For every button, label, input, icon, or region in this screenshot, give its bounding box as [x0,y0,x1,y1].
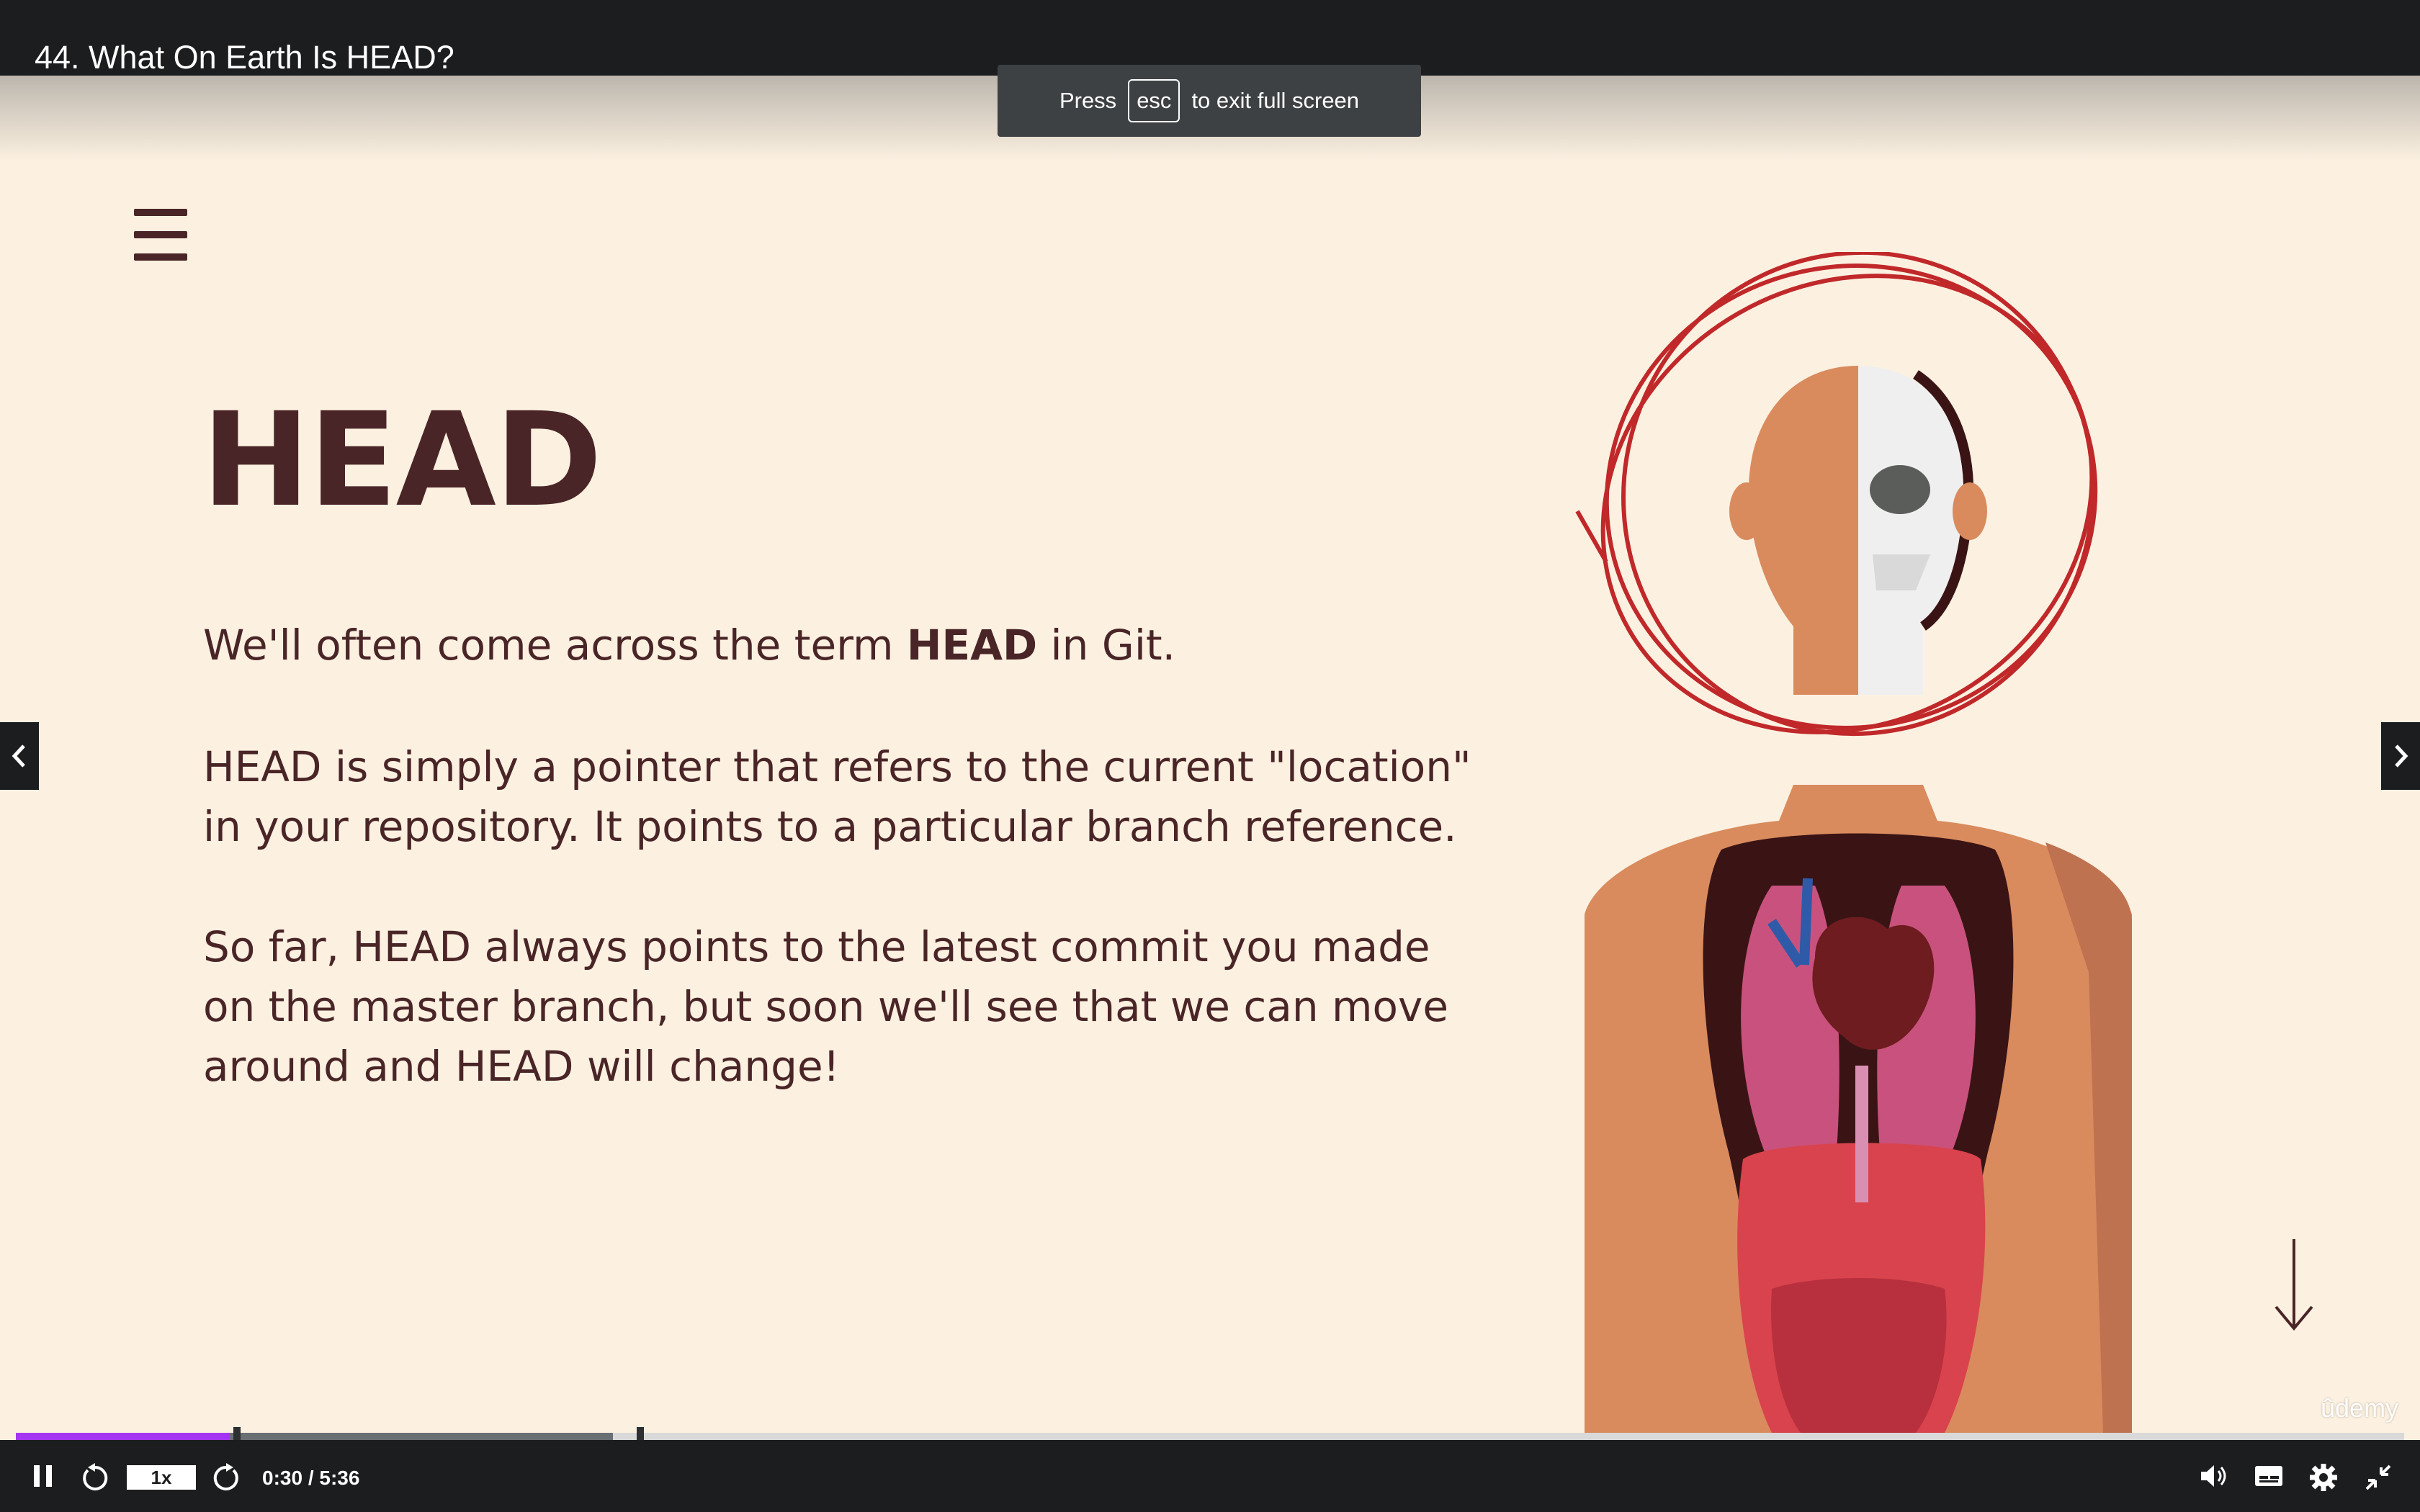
fullscreen-notice: Press esc to exit full screen [998,65,1421,137]
pause-icon[interactable] [30,1462,56,1490]
slide-paragraph-2: HEAD is simply a pointer that refers to … [203,742,1471,851]
forward-5-icon[interactable] [210,1462,242,1493]
p1-text-start: We'll often come across the term [203,621,907,670]
notice-exit: to exit full screen [1191,88,1360,113]
volume-icon[interactable] [2198,1462,2230,1490]
hamburger-icon[interactable] [134,209,187,261]
progress-played [16,1433,230,1440]
rewind-5-icon[interactable] [79,1462,111,1493]
slide-paragraph-1: We'll often come across the term HEAD in… [203,616,1485,675]
anatomy-illustration [1575,252,2132,1433]
p1-head-term: HEAD [906,621,1038,670]
player-controls: 1x 0:30 / 5:36 [0,1440,2420,1512]
arrow-down-icon [2275,1239,2313,1331]
slide-heading: HEAD [202,385,602,536]
udemy-watermark: ûdemy [2321,1393,2399,1423]
captions-icon[interactable] [2253,1462,2285,1490]
playback-speed-button[interactable]: 1x [127,1465,196,1490]
gear-icon[interactable] [2308,1462,2339,1493]
chevron-right-icon [2395,744,2408,768]
p1-text-end: in Git. [1037,621,1176,670]
slide-paragraph-3: So far, HEAD always points to the latest… [203,922,1449,1091]
esc-key-badge: esc [1128,79,1180,122]
notice-press: Press [1059,88,1117,113]
previous-lecture-button[interactable] [0,722,39,790]
lecture-title: 44. What On Earth Is HEAD? [35,39,454,76]
playback-time: 0:30 / 5:36 [262,1467,360,1489]
next-lecture-button[interactable] [2381,722,2420,790]
exit-fullscreen-icon[interactable] [2362,1462,2394,1493]
chevron-left-icon [12,744,25,768]
